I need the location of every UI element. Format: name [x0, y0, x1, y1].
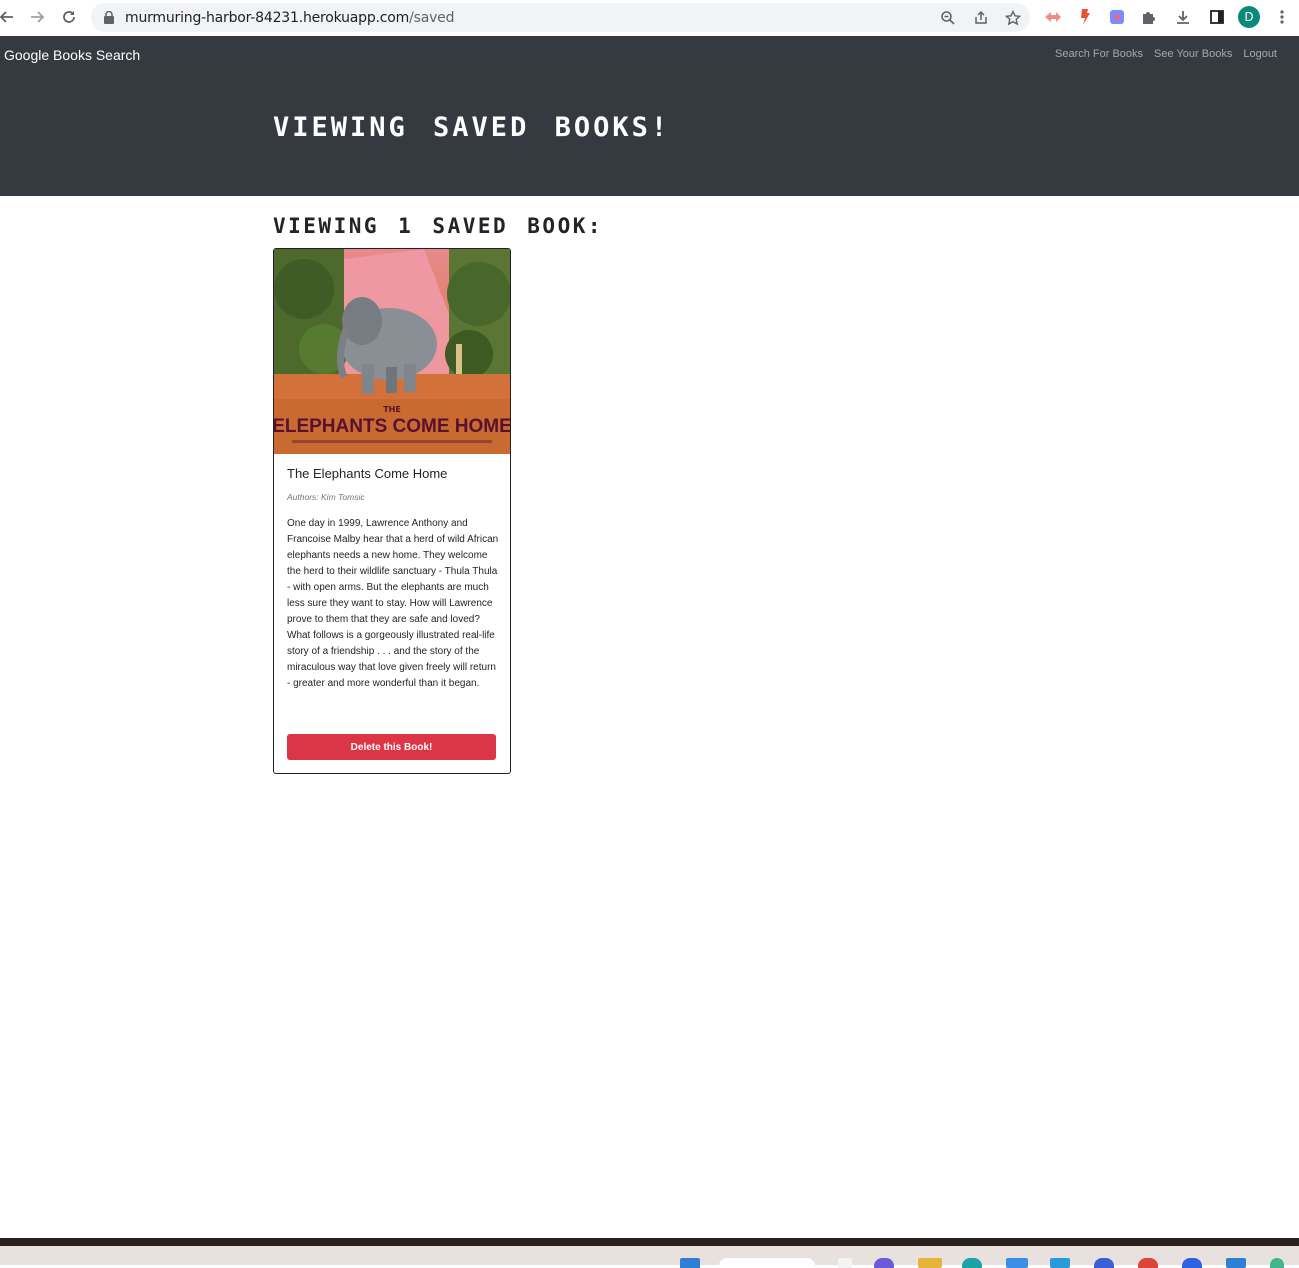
lock-icon[interactable] [103, 10, 115, 29]
os-taskbar [0, 1246, 1299, 1268]
navbar-links: Search For Books See Your Books Logout [1055, 48, 1277, 60]
zoom-icon[interactable] [938, 8, 958, 28]
saved-count-heading: VIEWING 1 SAVED BOOK: [273, 214, 604, 238]
taskbar-search-icon[interactable] [719, 1258, 815, 1268]
browser-toolbar: murmuring-harbor-84231.herokuapp.com/sav… [0, 0, 1299, 35]
back-icon[interactable] [0, 6, 18, 28]
app-icon[interactable] [1182, 1258, 1202, 1268]
store-icon[interactable] [1006, 1258, 1028, 1268]
nav-link-search[interactable]: Search For Books [1055, 48, 1143, 60]
cover-text-title: ELEPHANTS COME HOME [274, 416, 510, 437]
delete-book-button[interactable]: Delete this Book! [287, 734, 496, 760]
extension-icon[interactable] [1107, 7, 1127, 27]
edge-icon[interactable] [962, 1258, 982, 1268]
book-title: The Elephants Come Home [287, 466, 448, 481]
nav-link-logout[interactable]: Logout [1243, 48, 1277, 60]
app-icon[interactable] [1094, 1258, 1114, 1268]
cover-text-the: THE [383, 405, 401, 414]
book-description: One day in 1999, Lawrence Anthony and Fr… [287, 518, 499, 689]
url-text: murmuring-harbor-84231.herokuapp.com/sav… [125, 10, 455, 26]
menu-icon[interactable] [1272, 7, 1292, 27]
address-bar[interactable]: murmuring-harbor-84231.herokuapp.com/sav… [91, 3, 1030, 32]
start-icon[interactable] [680, 1258, 700, 1268]
forward-icon[interactable] [26, 6, 48, 28]
extension-icon[interactable] [1075, 7, 1095, 27]
extensions-puzzle-icon[interactable] [1139, 7, 1159, 27]
file-explorer-icon[interactable] [918, 1258, 942, 1268]
book-authors: Authors: Kim Tomsic [287, 492, 365, 502]
book-cover-image: THE ELEPHANTS COME HOME [274, 249, 510, 454]
app-header: Google Books Search Search For Books See… [0, 36, 1299, 196]
profile-avatar[interactable]: D [1238, 6, 1260, 28]
book-card: THE ELEPHANTS COME HOME The Elephants Co… [273, 248, 511, 774]
chat-icon[interactable] [874, 1258, 894, 1268]
extension-icon[interactable] [1043, 7, 1063, 27]
desktop-edge [0, 1238, 1299, 1246]
page-title: VIEWING SAVED BOOKS! [273, 112, 671, 143]
app-icon[interactable] [1050, 1258, 1070, 1268]
chrome-icon[interactable] [1138, 1258, 1158, 1268]
app-icon[interactable] [1270, 1258, 1284, 1268]
nav-link-saved[interactable]: See Your Books [1154, 48, 1232, 60]
side-panel-icon[interactable] [1207, 7, 1227, 27]
download-icon[interactable] [1173, 7, 1193, 27]
vscode-icon[interactable] [1226, 1258, 1246, 1268]
navbar-brand[interactable]: Google Books Search [4, 47, 140, 63]
bookmark-star-icon[interactable] [1003, 8, 1023, 28]
share-icon[interactable] [971, 8, 991, 28]
reload-icon[interactable] [58, 6, 80, 28]
task-view-icon[interactable] [838, 1258, 852, 1268]
